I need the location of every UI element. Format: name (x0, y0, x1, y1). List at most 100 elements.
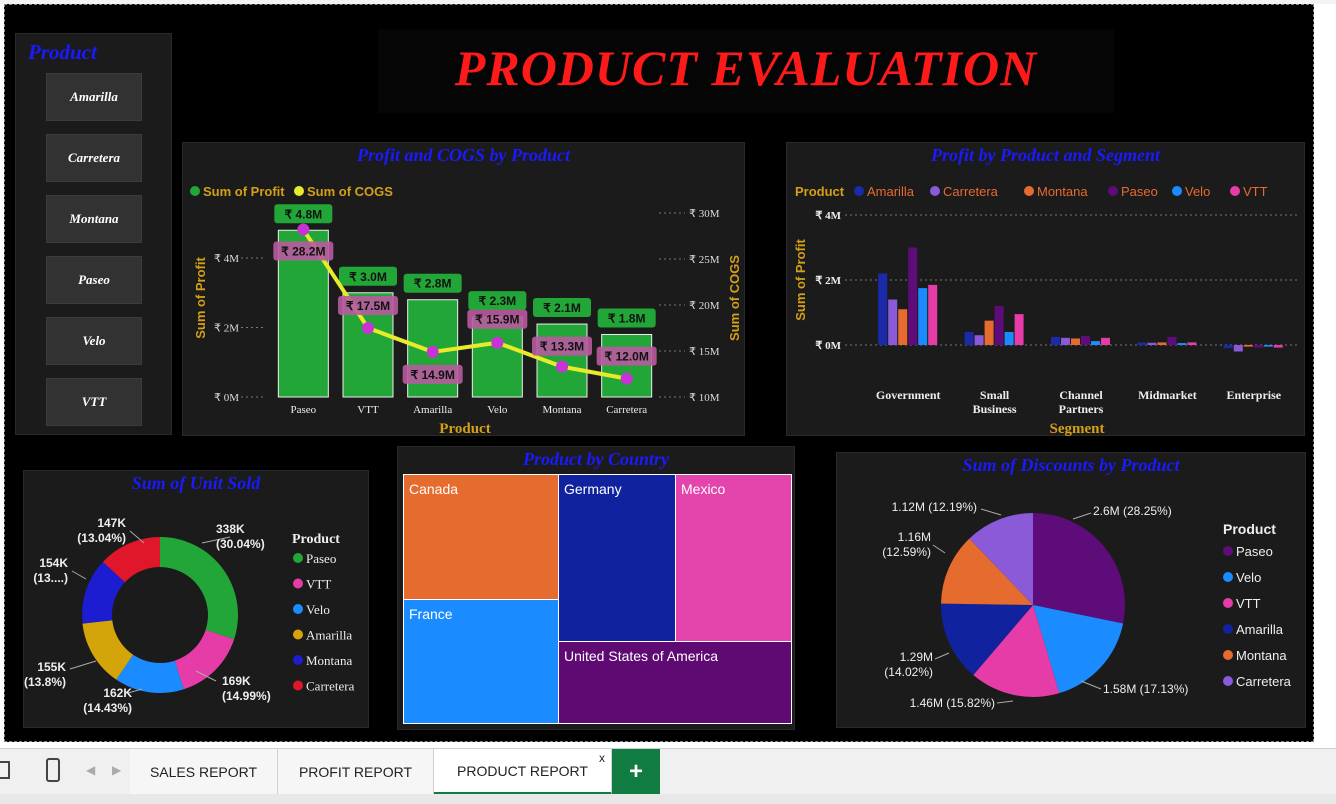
profit-cogs-chart[interactable]: Profit and COGS by Product Sum of Profit… (182, 142, 745, 437)
legend-label: Amarilla (867, 184, 915, 199)
scroll-right-icon[interactable]: ▶ (112, 763, 121, 777)
tab-sales-report[interactable]: SALES REPORT (130, 749, 278, 795)
legend-marker (1223, 676, 1233, 686)
bar-montana (1157, 342, 1167, 345)
mobile-view-icon[interactable] (46, 758, 60, 782)
sheet-tab-bar: ◀ ▶ SALES REPORT PROFIT REPORT PRODUCT R… (0, 748, 1336, 795)
leader-line (1072, 512, 1092, 520)
legend-label: VTT (1236, 596, 1261, 611)
bar-vtt (1014, 314, 1024, 345)
units-donut-chart[interactable]: Sum of Unit Sold 338K (30.04%) 169K (14.99%… (23, 470, 369, 728)
data-label: 1.58M (17.13%) (1103, 682, 1188, 696)
data-label: 147K (13.04%) (77, 516, 126, 545)
country-treemap[interactable]: Product by Country Canada Germany Mexico… (397, 446, 795, 730)
bar-paseo (1167, 336, 1177, 345)
bar-montana (1071, 338, 1080, 345)
bar-carretera (974, 335, 984, 345)
segment-chart[interactable]: Profit by Product and Segment Product Ama… (786, 142, 1305, 437)
legend-title: Product (795, 184, 845, 199)
tab-label: SALES REPORT (149, 764, 258, 780)
legend-marker-profit (190, 186, 200, 196)
legend-label: Montana (306, 653, 352, 668)
legend-marker (930, 186, 940, 196)
data-label-profit: ₹ 2.8M (414, 277, 452, 291)
bar-carretera (888, 299, 898, 345)
data-label: 338K (30.04%) (216, 522, 265, 551)
y2-tick-label: ₹ 30M (689, 208, 720, 220)
bar-amarilla (1137, 342, 1147, 345)
legend-marker (1223, 546, 1233, 556)
x-axis-title: Segment (1050, 421, 1105, 437)
y2-tick-label: ₹ 20M (689, 300, 720, 312)
legend-marker (1108, 186, 1118, 196)
marker-cogs (491, 336, 504, 349)
bar-velo (1004, 332, 1014, 345)
marker-cogs (297, 223, 310, 236)
slicer-item-carretera[interactable]: Carretera (46, 134, 142, 182)
bar-velo (1177, 343, 1187, 345)
tab-product-report[interactable]: PRODUCT REPORT x (434, 749, 612, 795)
treemap-cell-mexico[interactable]: Mexico (675, 474, 792, 642)
close-tab-icon[interactable]: x (599, 751, 605, 765)
data-label-cogs: ₹ 13.3M (540, 340, 584, 354)
tab-label: PROFIT REPORT (298, 764, 413, 780)
legend-label: Carretera (306, 679, 355, 694)
legend-marker (293, 553, 303, 563)
normal-view-icon[interactable] (0, 761, 10, 779)
legend-label: Paseo (306, 551, 336, 566)
y-tick-label: ₹ 2M (214, 323, 239, 335)
treemap-cell-canada[interactable]: Canada (403, 474, 559, 600)
slicer-item-vtt[interactable]: VTT (46, 378, 142, 426)
y-tick-label: ₹ 2M (815, 275, 841, 287)
x-tick-label: Montana (542, 404, 581, 416)
bar-amarilla (878, 273, 888, 345)
slicer-item-montana[interactable]: Montana (46, 195, 142, 243)
slicer-item-velo[interactable]: Velo (46, 317, 142, 365)
slicer-item-paseo[interactable]: Paseo (46, 256, 142, 304)
y-axis-title: Sum of Profit (193, 257, 208, 339)
bar-carretera (1147, 342, 1157, 345)
legend-label: Amarilla (1236, 622, 1284, 637)
y2-tick-label: ₹ 10M (689, 392, 720, 404)
legend-label: VTT (1243, 184, 1268, 199)
bar-vtt (928, 284, 938, 345)
leader-line (69, 660, 97, 670)
treemap-cell-usa[interactable]: United States of America (558, 641, 792, 724)
tab-label: PRODUCT REPORT (457, 762, 588, 779)
bar-profit (471, 316, 523, 398)
discounts-pie-chart[interactable]: Sum of Discounts by Product 2.6M (28.25%… (836, 452, 1306, 728)
bar-velo (1091, 341, 1100, 345)
treemap-cell-france[interactable]: France (403, 599, 559, 724)
y2-axis-title: Sum of COGS (727, 255, 742, 341)
bar-paseo (908, 247, 918, 345)
x-tick-label: Channel Partners (1059, 388, 1104, 416)
legend-marker (1223, 572, 1233, 582)
bar-montana (898, 309, 908, 345)
legend-marker (1172, 186, 1182, 196)
data-label-profit: ₹ 2.3M (479, 294, 517, 308)
legend-label-profit: Sum of Profit (203, 184, 285, 199)
donut-slice-paseo (160, 537, 238, 640)
data-label-profit: ₹ 2.1M (543, 301, 581, 315)
data-label-profit: ₹ 1.8M (608, 311, 646, 325)
scroll-left-icon[interactable]: ◀ (86, 763, 95, 777)
legend-label: Velo (306, 602, 330, 617)
x-tick-label: Velo (487, 404, 508, 416)
data-label-cogs: ₹ 14.9M (411, 368, 455, 382)
data-label: 1.46M (15.82%) (910, 696, 995, 710)
legend-marker (293, 578, 303, 589)
data-label-cogs: ₹ 28.2M (281, 245, 325, 259)
add-sheet-button[interactable]: + (612, 749, 660, 795)
legend-label-cogs: Sum of COGS (307, 184, 393, 199)
slicer-item-amarilla[interactable]: Amarilla (46, 73, 142, 121)
legend-marker (293, 655, 303, 665)
treemap-cell-germany[interactable]: Germany (558, 474, 676, 642)
bar-montana (984, 320, 994, 345)
legend-marker (1230, 186, 1240, 196)
x-tick-label: Amarilla (413, 404, 452, 416)
data-label: 155K (13.8%) (24, 660, 66, 689)
units-plot: 338K (30.04%) 169K (14.99%) 162K (14.43%) 155K… (24, 516, 355, 715)
tab-profit-report[interactable]: PROFIT REPORT (278, 749, 434, 795)
legend-marker (293, 680, 303, 691)
y-tick-label: ₹ 4M (214, 253, 239, 265)
